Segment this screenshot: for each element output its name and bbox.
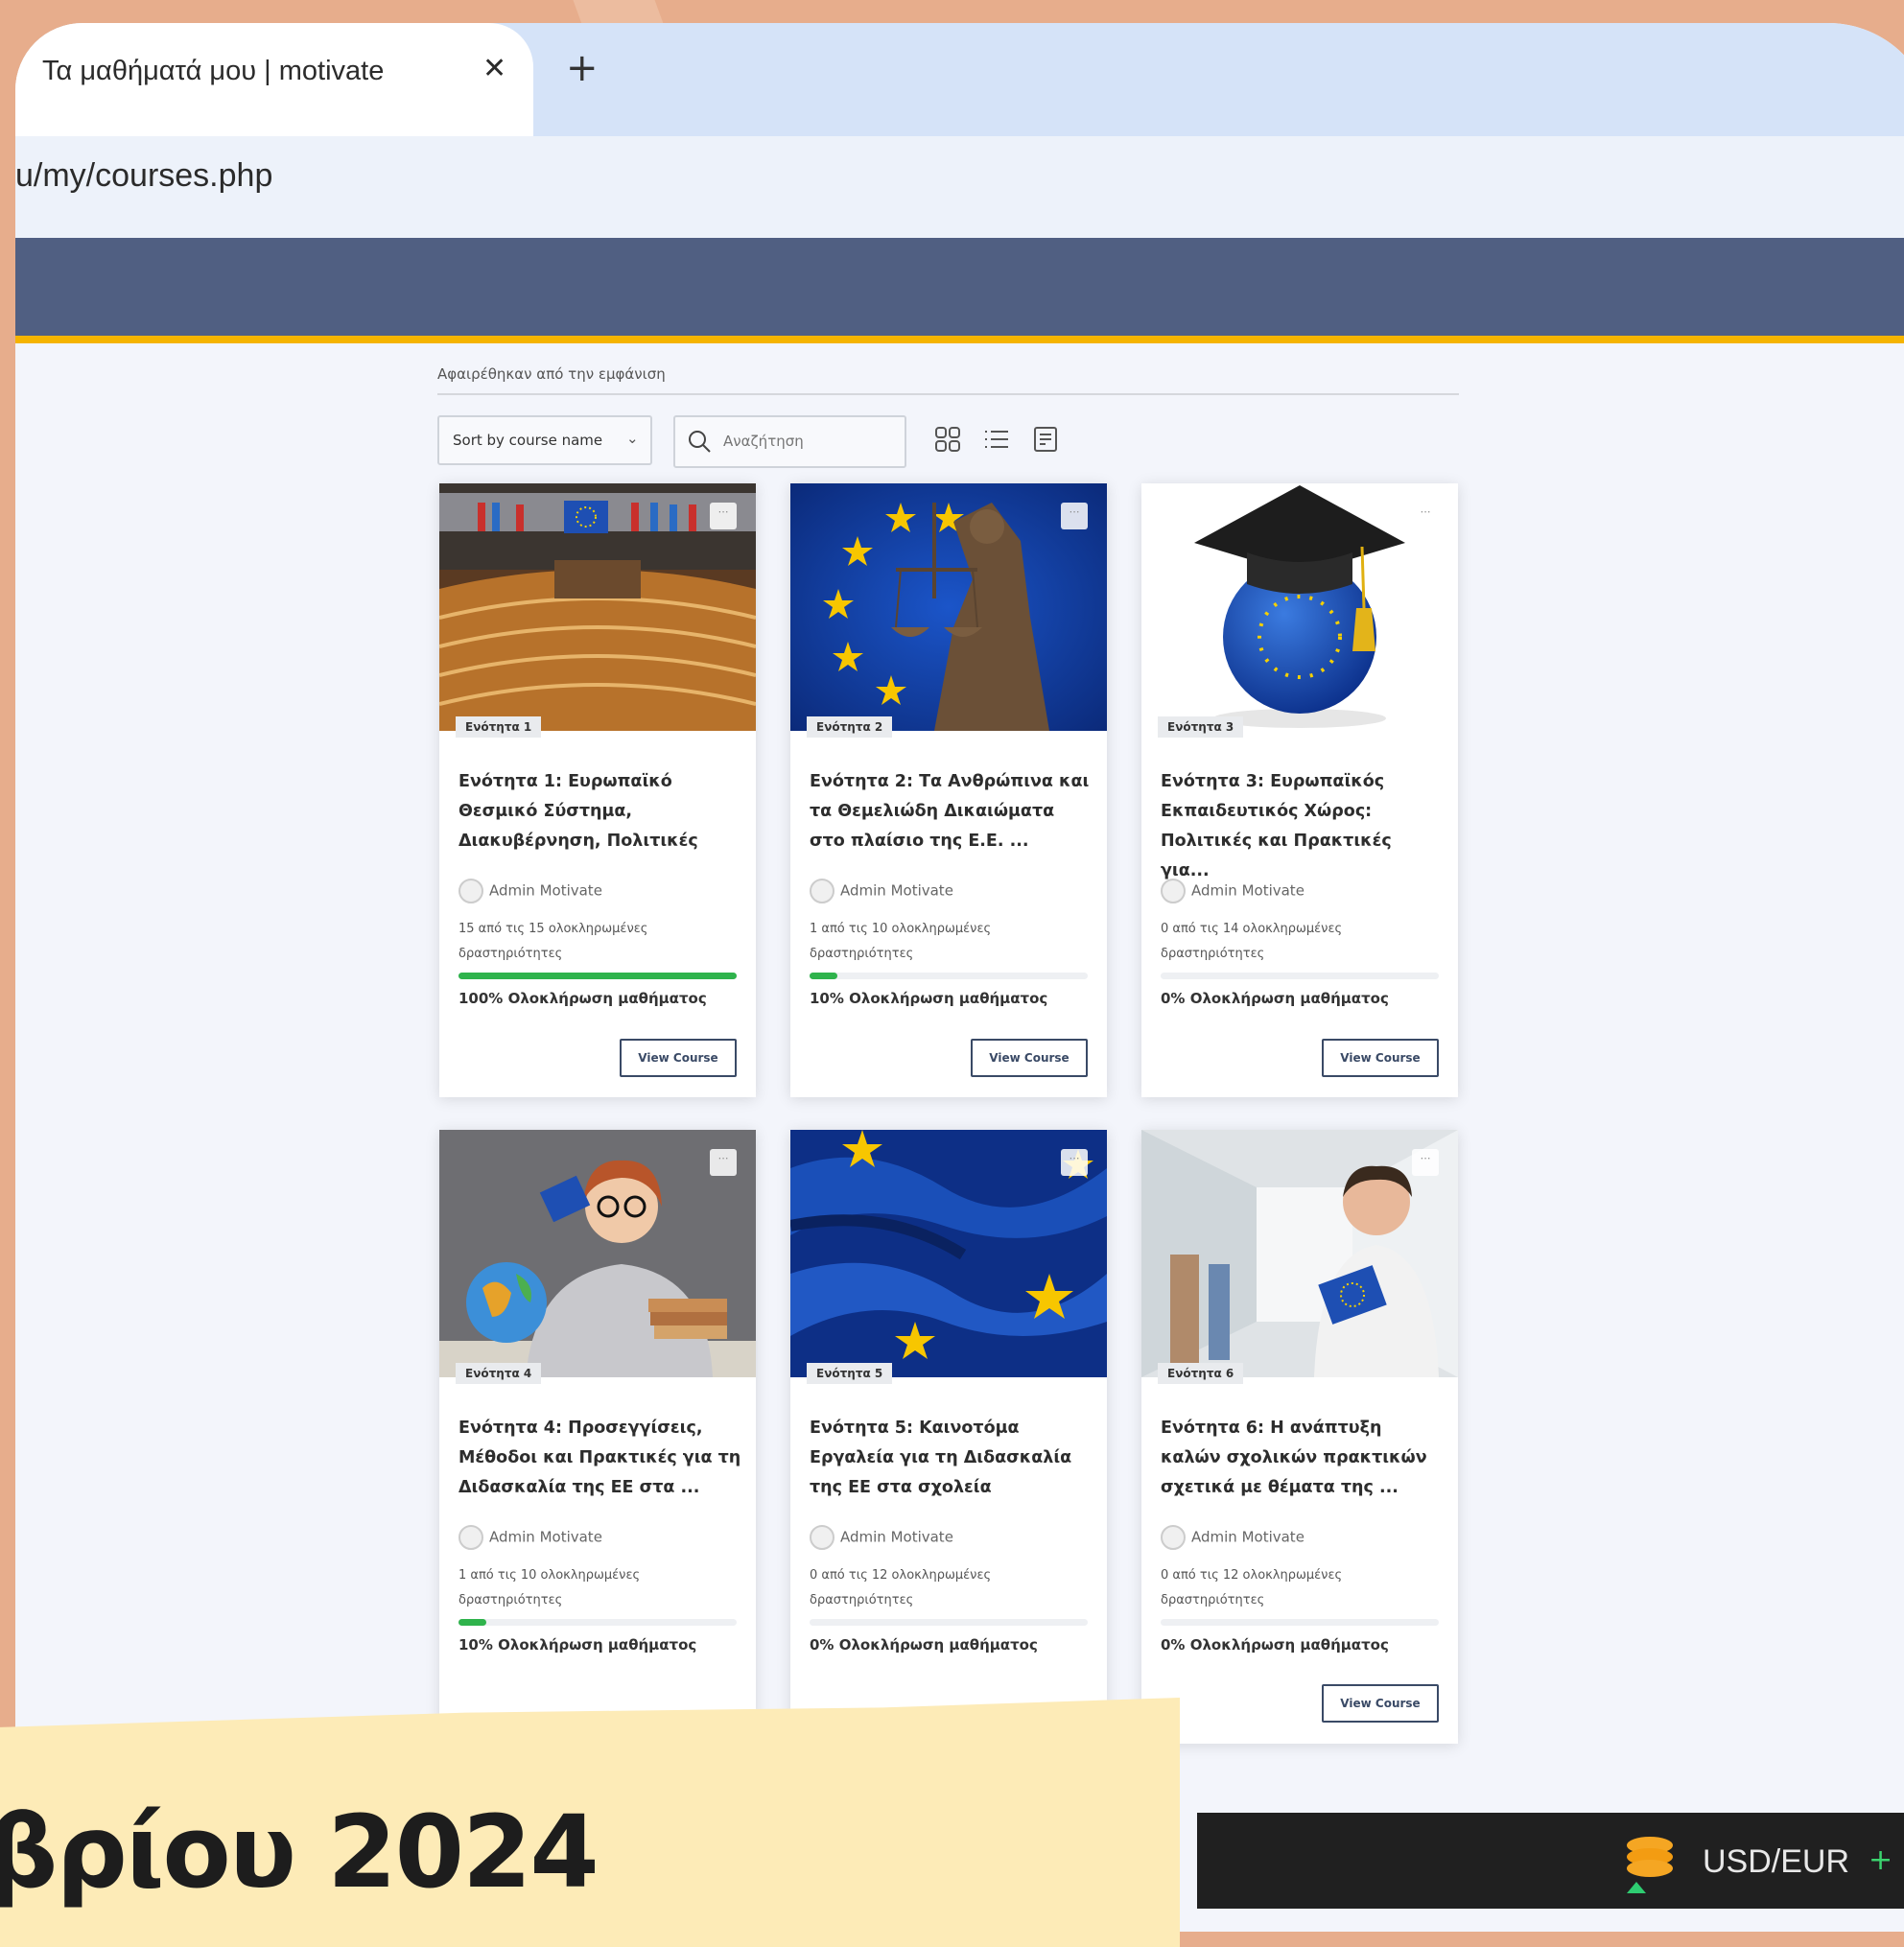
course-author[interactable]: Admin Motivate (458, 879, 602, 903)
course-card: ⋯ Ενότητα 4 Ενότητα 4: Προσεγγίσεις, Μέθ… (439, 1130, 756, 1744)
divider (437, 393, 1459, 395)
course-image-student-flag[interactable] (1141, 1130, 1458, 1377)
view-course-button[interactable]: View Course (1322, 1684, 1439, 1723)
avatar (458, 879, 483, 903)
progress-fill (458, 1619, 486, 1626)
sort-dropdown[interactable]: Sort by course name ⌄ (437, 415, 652, 465)
date-text: βρίου 2024 (0, 1794, 599, 1911)
coins-icon[interactable] (1621, 1832, 1684, 1899)
view-course-button[interactable]: View Course (620, 1039, 737, 1077)
course-author[interactable]: Admin Motivate (1161, 879, 1305, 903)
progress-bar (458, 1619, 737, 1626)
course-card: ⋯ Ενότητα 3 Ενότητα 3: Ευρωπαϊκός Εκπαιδ… (1141, 483, 1458, 1097)
course-author[interactable]: Admin Motivate (810, 1525, 953, 1550)
course-image-eu-globe-cap[interactable] (1141, 483, 1458, 731)
sort-label: Sort by course name (453, 432, 603, 449)
author-name: Admin Motivate (840, 881, 953, 900)
author-name: Admin Motivate (1191, 1528, 1305, 1546)
completion-text: 0% Ολοκλήρωση μαθήματος (1161, 990, 1389, 1007)
page-content: Αφαιρέθηκαν από την εμφάνιση Sort by cou… (15, 343, 1904, 1932)
course-badge: Ενότητα 4 (456, 1363, 542, 1384)
activity-count: 0 από τις 14 ολοκληρωμένες δραστηριότητε… (1161, 922, 1343, 961)
activity-count: 0 από τις 12 ολοκληρωμένες δραστηριότητε… (1161, 1568, 1343, 1607)
course-card: ⋯ Ενότητα 1 Ενότητα 1: Ευρωπαϊκό Θεσμικό… (439, 483, 756, 1097)
course-title[interactable]: Ενότητα 3: Ευρωπαϊκός Εκπαιδευτικός Χώρο… (1161, 767, 1444, 886)
card-menu-button[interactable]: ⋯ (1061, 503, 1088, 529)
course-author[interactable]: Admin Motivate (458, 1525, 602, 1550)
url-text[interactable]: u/my/courses.php (15, 157, 272, 195)
grid-view-icon[interactable] (932, 424, 963, 455)
view-course-button[interactable]: View Course (1322, 1039, 1439, 1077)
completion-text: 0% Ολοκλήρωση μαθήματος (1161, 1636, 1389, 1654)
progress-fill (458, 973, 737, 979)
avatar (810, 879, 834, 903)
course-image-lady-justice[interactable] (790, 483, 1107, 731)
chevron-down-icon: ⌄ (626, 430, 639, 447)
currency-ticker[interactable]: USD/EUR (1703, 1843, 1849, 1881)
search-box[interactable] (673, 415, 906, 468)
course-author[interactable]: Admin Motivate (1161, 1525, 1305, 1550)
course-author[interactable]: Admin Motivate (810, 879, 953, 903)
close-tab-icon[interactable]: ✕ (482, 52, 506, 85)
activity-count: 15 από τις 15 ολοκληρωμένες δραστηριότητ… (458, 922, 648, 961)
address-bar[interactable] (15, 136, 1904, 238)
course-image-eu-parliament[interactable] (439, 483, 756, 731)
navbar-accent-line (15, 336, 1904, 343)
author-name: Admin Motivate (1191, 881, 1305, 900)
course-badge: Ενότητα 2 (807, 716, 893, 738)
course-badge: Ενότητα 3 (1158, 716, 1244, 738)
avatar (810, 1525, 834, 1550)
author-name: Admin Motivate (489, 1528, 602, 1546)
card-menu-button[interactable]: ⋯ (1412, 1149, 1439, 1176)
progress-bar (810, 1619, 1088, 1626)
activity-count: 1 από τις 10 ολοκληρωμένες δραστηριότητε… (810, 922, 992, 961)
tab-title: Τα μαθήματά μου | motivate (42, 56, 385, 86)
browser-window: Τα μαθήματά μου | motivate ✕ + u/my/cour… (15, 23, 1904, 1932)
author-name: Admin Motivate (489, 881, 602, 900)
progress-bar (810, 973, 1088, 979)
view-course-button[interactable]: View Course (971, 1039, 1088, 1077)
avatar (458, 1525, 483, 1550)
completion-text: 10% Ολοκλήρωση μαθήματος (458, 1636, 697, 1654)
course-title[interactable]: Ενότητα 4: Προσεγγίσεις, Μέθοδοι και Πρα… (458, 1414, 741, 1503)
removed-from-view-label[interactable]: Αφαιρέθηκαν από την εμφάνιση (437, 365, 666, 383)
card-menu-button[interactable]: ⋯ (1412, 503, 1439, 529)
summary-view-icon[interactable] (1030, 424, 1061, 455)
completion-text: 10% Ολοκλήρωση μαθήματος (810, 990, 1048, 1007)
author-name: Admin Motivate (840, 1528, 953, 1546)
progress-bar (1161, 973, 1439, 979)
course-card: ⋯ Ενότητα 2 Ενότητα 2: Τα Ανθρώπινα και … (790, 483, 1107, 1097)
progress-bar (458, 973, 737, 979)
avatar (1161, 879, 1186, 903)
search-input[interactable] (723, 429, 896, 454)
ticker-change: + (1869, 1843, 1893, 1877)
site-navbar (15, 238, 1904, 340)
course-title[interactable]: Ενότητα 1: Ευρωπαϊκό Θεσμικό Σύστημα, Δι… (458, 767, 741, 856)
course-image-eu-flag[interactable] (790, 1130, 1107, 1377)
card-menu-button[interactable]: ⋯ (710, 1149, 737, 1176)
completion-text: 100% Ολοκλήρωση μαθήματος (458, 990, 707, 1007)
course-title[interactable]: Ενότητα 2: Τα Ανθρώπινα και τα Θεμελιώδη… (810, 767, 1093, 856)
progress-fill (810, 973, 837, 979)
new-tab-icon[interactable]: + (566, 46, 599, 90)
browser-tab[interactable]: Τα μαθήματά μου | motivate ✕ (15, 23, 533, 143)
course-badge: Ενότητα 6 (1158, 1363, 1244, 1384)
activity-count: 1 από τις 10 ολοκληρωμένες δραστηριότητε… (458, 1568, 641, 1607)
search-icon (689, 431, 711, 453)
course-card: ⋯ Ενότητα 6 Ενότητα 6: Η ανάπτυξη καλών … (1141, 1130, 1458, 1744)
course-card: ⋯ Ενότητα 5 Ενότητα 5: Καινοτόμα Εργαλεί… (790, 1130, 1107, 1744)
course-badge: Ενότητα 1 (456, 716, 542, 738)
course-title[interactable]: Ενότητα 5: Καινοτόμα Εργαλεία για τη Διδ… (810, 1414, 1093, 1503)
course-title[interactable]: Ενότητα 6: Η ανάπτυξη καλών σχολικών πρα… (1161, 1414, 1444, 1503)
avatar (1161, 1525, 1186, 1550)
completion-text: 0% Ολοκλήρωση μαθήματος (810, 1636, 1038, 1654)
card-menu-button[interactable]: ⋯ (1061, 1149, 1088, 1176)
course-badge: Ενότητα 5 (807, 1363, 893, 1384)
course-image-teacher-globe[interactable] (439, 1130, 756, 1377)
activity-count: 0 από τις 12 ολοκληρωμένες δραστηριότητε… (810, 1568, 992, 1607)
card-menu-button[interactable]: ⋯ (710, 503, 737, 529)
list-view-icon[interactable] (981, 424, 1012, 455)
progress-bar (1161, 1619, 1439, 1626)
